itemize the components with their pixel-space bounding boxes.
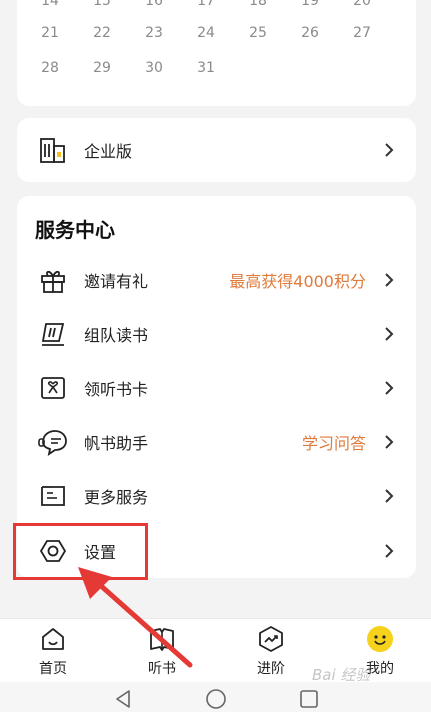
calendar-day[interactable]: 23	[128, 25, 180, 41]
calendar-day[interactable]: 25	[232, 25, 284, 41]
gift-icon	[36, 263, 70, 297]
calendar-day[interactable]: 29	[76, 60, 128, 76]
service-center-card: 服务中心 邀请有礼 最高获得4000积分 组队读书 领听书卡 帆书助手 学习问答…	[17, 196, 416, 578]
calendar-day[interactable]: 28	[24, 60, 76, 76]
calendar-day[interactable]: 15	[76, 0, 128, 9]
more-services-icon	[36, 479, 70, 513]
calendar-day[interactable]: 31	[180, 60, 232, 76]
service-item-label: 更多服务	[84, 488, 149, 507]
service-item-label: 邀请有礼	[84, 272, 149, 291]
nav-label: 我的	[366, 661, 394, 677]
chevron-right-icon	[382, 435, 396, 449]
recents-icon[interactable]	[298, 688, 320, 710]
calendar-row: 21 22 23 24 25 26 27	[24, 25, 388, 41]
service-item-listening-card[interactable]: 领听书卡	[17, 361, 416, 415]
service-item-team-reading[interactable]: 组队读书	[17, 307, 416, 361]
calendar-card: 14 15 16 17 18 19 20 21 22 23 24 25 26 2…	[17, 0, 416, 106]
calendar-day[interactable]: 17	[180, 0, 232, 9]
flag-icon	[36, 317, 70, 351]
service-item-invite[interactable]: 邀请有礼 最高获得4000积分	[17, 253, 416, 307]
nav-item-home[interactable]: 首页	[13, 619, 93, 683]
calendar-day[interactable]: 27	[336, 25, 388, 41]
calendar-day[interactable]: 26	[284, 25, 336, 41]
nav-label: 进阶	[257, 661, 285, 677]
chevron-right-icon	[382, 273, 396, 287]
chevron-right-icon	[382, 544, 396, 558]
calendar-day[interactable]: 21	[24, 25, 76, 41]
enterprise-label: 企业版	[84, 142, 133, 161]
chevron-right-icon	[382, 327, 396, 341]
building-icon	[36, 133, 70, 167]
calendar-day[interactable]: 30	[128, 60, 180, 76]
nav-item-listen[interactable]: 听书	[122, 619, 202, 683]
calendar-day[interactable]: 22	[76, 25, 128, 41]
chevron-right-icon	[382, 381, 396, 395]
service-item-assistant[interactable]: 帆书助手 学习问答	[17, 415, 416, 469]
calendar-day[interactable]: 20	[336, 0, 388, 9]
home-circle-icon[interactable]	[205, 688, 227, 710]
service-item-more[interactable]: 更多服务	[17, 469, 416, 523]
calendar-day[interactable]: 16	[128, 0, 180, 9]
service-item-settings[interactable]: 设置	[17, 524, 416, 578]
service-center-title: 服务中心	[35, 218, 115, 242]
enterprise-card[interactable]: 企业版	[17, 118, 416, 182]
service-item-label: 设置	[84, 543, 117, 562]
calendar-day[interactable]: 24	[180, 25, 232, 41]
smiley-icon	[364, 623, 396, 655]
progress-icon	[255, 623, 287, 655]
book-icon	[146, 623, 178, 655]
settings-icon	[36, 534, 70, 568]
calendar-row: 28 29 30 31	[24, 60, 232, 76]
calendar-day[interactable]: 14	[24, 0, 76, 9]
nav-item-advance[interactable]: 进阶	[231, 619, 311, 683]
card-icon	[36, 371, 70, 405]
home-icon	[37, 623, 69, 655]
service-item-label: 组队读书	[84, 326, 149, 345]
calendar-day[interactable]: 18	[232, 0, 284, 9]
chevron-right-icon	[382, 489, 396, 503]
system-navigation-bar	[0, 682, 431, 712]
assistant-icon	[36, 425, 70, 459]
calendar-row-partial: 14 15 16 17 18 19 20	[24, 0, 388, 9]
service-item-hint: 学习问答	[301, 434, 366, 453]
chevron-right-icon	[382, 143, 396, 157]
service-item-label: 领听书卡	[84, 380, 149, 399]
bottom-navigation: 首页 听书 进阶 我的	[0, 618, 431, 682]
service-item-label: 帆书助手	[84, 434, 149, 453]
calendar-day[interactable]: 19	[284, 0, 336, 9]
enterprise-row[interactable]: 企业版	[17, 123, 416, 177]
nav-label: 首页	[39, 661, 67, 677]
nav-item-mine[interactable]: 我的	[340, 619, 420, 683]
service-item-promo: 最高获得4000积分	[229, 272, 366, 291]
nav-label: 听书	[148, 661, 176, 677]
back-icon[interactable]	[113, 688, 135, 710]
